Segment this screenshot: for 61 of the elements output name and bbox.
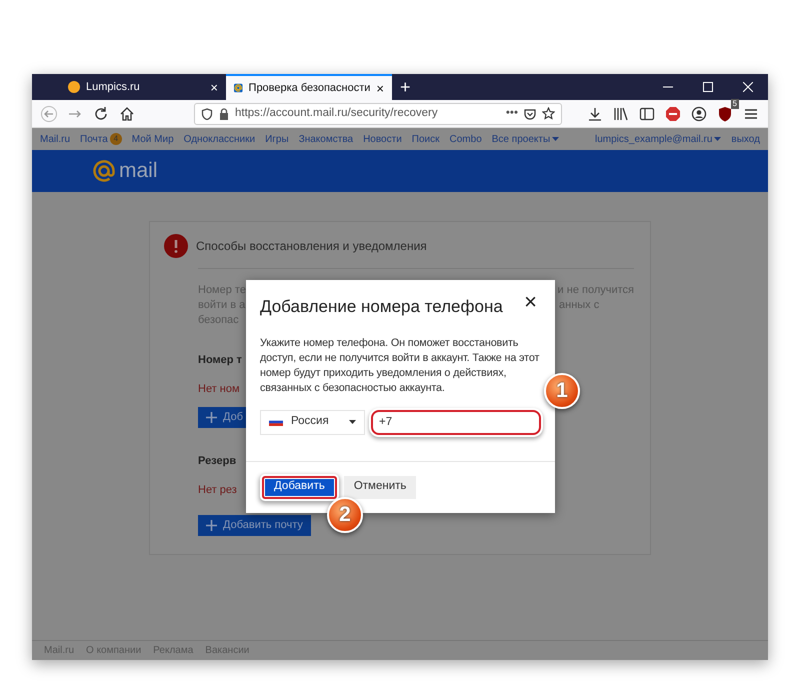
section-heading: Резерв bbox=[198, 454, 236, 469]
tab-title: Lumpics.ru bbox=[86, 80, 141, 95]
reload-icon[interactable] bbox=[93, 106, 109, 122]
browser-tab[interactable]: Lumpics.ru × bbox=[60, 74, 226, 100]
nav-link[interactable]: Мой Мир bbox=[132, 132, 174, 146]
circle-icon bbox=[68, 81, 80, 93]
tab-title: Проверка безопасности bbox=[248, 80, 370, 96]
home-icon[interactable] bbox=[119, 106, 135, 122]
nav-link[interactable]: Почта bbox=[80, 132, 108, 146]
at-sign-icon bbox=[234, 82, 243, 94]
back-icon[interactable] bbox=[41, 106, 57, 122]
nav-link[interactable]: Новости bbox=[363, 132, 402, 146]
new-tab-button[interactable]: + bbox=[392, 74, 419, 100]
pocket-icon[interactable] bbox=[524, 108, 536, 120]
country-select[interactable]: Россия bbox=[260, 410, 365, 434]
status-text: Нет рез bbox=[198, 482, 237, 498]
warning-icon bbox=[164, 234, 188, 258]
section-heading: Номер т bbox=[198, 353, 242, 368]
section-title: Способы восстановления и уведомления bbox=[196, 238, 427, 255]
logout-link[interactable]: выход bbox=[731, 132, 760, 146]
library-icon[interactable] bbox=[613, 106, 629, 122]
browser-tab[interactable]: Проверка безопасности × bbox=[226, 74, 392, 100]
cancel-button[interactable]: Отменить bbox=[344, 476, 416, 498]
shield-icon[interactable] bbox=[717, 106, 733, 122]
logo-text: mail bbox=[119, 158, 158, 184]
url-text: https://account.mail.ru/security/recovery bbox=[235, 106, 439, 121]
nav-link[interactable]: Знакомства bbox=[298, 132, 354, 146]
nav-link[interactable]: Игры bbox=[265, 132, 289, 146]
phone-input[interactable]: +7 bbox=[371, 410, 541, 434]
dialog-title: Добавление номера телефона bbox=[260, 296, 503, 318]
caret-icon bbox=[714, 137, 722, 141]
account-link[interactable]: lumpics_example@mail.ru bbox=[595, 132, 712, 146]
lock-icon bbox=[219, 108, 229, 120]
add-button[interactable]: Добавить bbox=[262, 476, 337, 498]
add-email-button[interactable]: Добавить почту bbox=[198, 515, 311, 536]
nav-link[interactable]: Все проекты bbox=[492, 132, 550, 146]
at-sign-icon bbox=[92, 159, 116, 183]
sidebar-icon[interactable] bbox=[639, 106, 655, 122]
close-button[interactable]: × bbox=[210, 80, 218, 94]
nav-link[interactable]: Поиск bbox=[412, 132, 440, 146]
nav-link[interactable]: Combo bbox=[450, 132, 482, 146]
star-icon[interactable] bbox=[542, 107, 555, 120]
close-icon[interactable] bbox=[743, 82, 753, 92]
stop-sign-icon[interactable] bbox=[665, 106, 681, 122]
more-button[interactable]: ••• bbox=[506, 104, 518, 122]
status-text: Нет ном bbox=[198, 382, 240, 396]
plus-icon bbox=[206, 412, 217, 423]
account-icon[interactable] bbox=[691, 106, 707, 122]
flag-icon bbox=[269, 418, 283, 426]
dialog-text: Укажите номер телефона. Он поможет восстановить доступ, если не получится войти в аккаунт. Также на этот номер будут приходить уведомления о действиях, связанных с безопасностью аккаунта. bbox=[260, 336, 540, 396]
plus-icon bbox=[206, 520, 217, 531]
download-icon[interactable] bbox=[587, 106, 603, 122]
caret-icon bbox=[349, 420, 356, 424]
maximize-icon[interactable] bbox=[703, 82, 713, 92]
close-button[interactable]: × bbox=[518, 290, 543, 314]
shield-icon bbox=[201, 108, 213, 120]
address-bar[interactable]: https://account.mail.ru/security/recovery ••• bbox=[194, 102, 562, 124]
nav-link[interactable]: Mail.ru bbox=[40, 132, 70, 146]
close-button[interactable]: × bbox=[376, 82, 384, 94]
nav-link[interactable]: Одноклассники bbox=[184, 132, 256, 146]
count-badge: 4 bbox=[110, 133, 122, 145]
